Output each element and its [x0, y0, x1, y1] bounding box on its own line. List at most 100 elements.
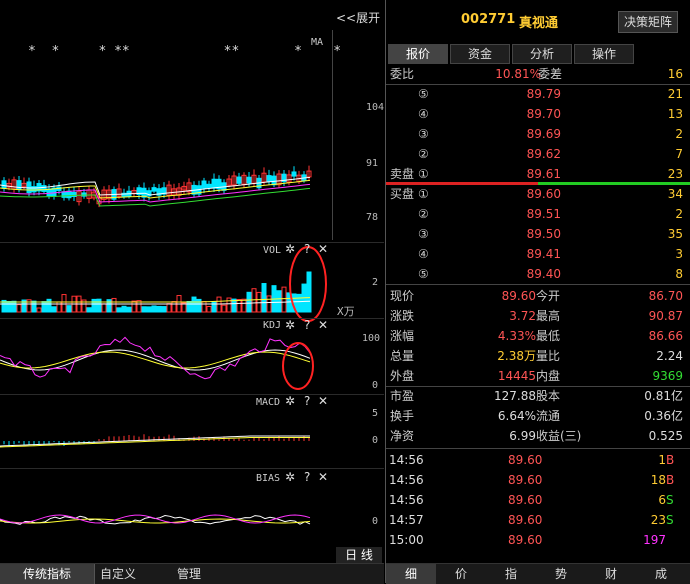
level-index: ③	[418, 227, 429, 241]
buy-level-4[interactable]: ④ 89.41 3	[386, 244, 690, 264]
volume-label: 总量	[390, 349, 415, 363]
candlestick	[41, 185, 47, 192]
shares-value: 0.81亿	[644, 389, 683, 403]
volume-bar	[296, 293, 302, 313]
macd-axis-5: 5	[372, 408, 379, 419]
volume-bar	[161, 306, 167, 313]
tick-row: 14:57 89.60 23 S	[386, 510, 690, 530]
volume-bar	[201, 301, 207, 313]
tick-time: 14:56	[389, 493, 424, 507]
tab-detail[interactable]: 细	[386, 564, 436, 584]
buy-level-5[interactable]: ⑤ 89.40 8	[386, 264, 690, 284]
volume-bar	[216, 296, 222, 313]
volume-bar	[276, 290, 282, 313]
weibi-value: 10.81%	[495, 67, 541, 81]
current-price-label: 现价	[390, 289, 415, 303]
help-icon[interactable]: ?	[304, 394, 310, 408]
candlestick	[66, 190, 72, 199]
open-value: 86.70	[648, 289, 683, 303]
sell-level-4[interactable]: ④ 89.70 13	[386, 104, 690, 124]
bid-volume: 3	[675, 247, 683, 261]
ask-volume: 23	[667, 167, 683, 181]
volume-bar	[226, 297, 232, 313]
open-label: 今开	[536, 289, 561, 303]
level-index: ⑤	[418, 267, 429, 281]
sell-level-2[interactable]: ② 89.62 7	[386, 144, 690, 164]
tick-volume: 197	[643, 533, 666, 547]
tab-traditional-indicators[interactable]: 传统指标	[0, 564, 95, 584]
decision-matrix-button[interactable]: 决策矩阵	[618, 11, 678, 33]
tick-direction: B	[666, 473, 675, 487]
tab-manage[interactable]: 管理	[165, 564, 213, 584]
float-value: 0.36亿	[644, 409, 683, 423]
tab-trend[interactable]: 势	[536, 564, 586, 584]
close-icon[interactable]: ✕	[318, 242, 328, 256]
sell-level-1[interactable]: 卖盘 ① 89.61 23	[386, 164, 690, 184]
tick-price: 89.60	[508, 513, 543, 527]
tab-trades[interactable]: 成	[636, 564, 686, 584]
volume-bar	[306, 271, 312, 313]
tick-price: 89.60	[508, 493, 543, 507]
bid-volume: 35	[667, 227, 683, 241]
level-index: ②	[418, 207, 429, 221]
volume-bar	[6, 301, 12, 313]
close-icon[interactable]: ✕	[318, 470, 328, 484]
sell-level-5[interactable]: ⑤ 89.79 21	[386, 84, 690, 104]
level-index: ⑤	[418, 87, 429, 101]
kdj-lines	[0, 336, 311, 380]
tab-custom[interactable]: 自定义	[94, 564, 142, 584]
help-icon[interactable]: ?	[304, 470, 310, 484]
gear-icon[interactable]: ✲	[285, 394, 295, 408]
level-index: ①	[418, 187, 429, 201]
volume-bar	[221, 304, 227, 313]
quote-row: 涨幅 4.33% 最低 86.66	[386, 326, 690, 346]
bias-title: BIAS	[256, 473, 281, 484]
candlestick	[271, 175, 277, 186]
help-icon[interactable]: ?	[304, 242, 310, 256]
sell-level-3[interactable]: ③ 89.69 2	[386, 124, 690, 144]
buy-level-1[interactable]: 买盘 ① 89.60 34	[386, 184, 690, 204]
candlestick	[266, 175, 272, 182]
tab-analysis[interactable]: 分析	[512, 44, 572, 64]
close-icon[interactable]: ✕	[318, 394, 328, 408]
tick-time: 14:56	[389, 473, 424, 487]
tab-price[interactable]: 价	[436, 564, 486, 584]
buy-level-2[interactable]: ② 89.51 2	[386, 204, 690, 224]
help-icon[interactable]: ?	[304, 318, 310, 332]
bid-price: 89.40	[526, 267, 561, 281]
low-label: 最低	[536, 329, 561, 343]
bid-volume: 34	[667, 187, 683, 201]
stats-row: 净资 6.99 收益(三) 0.525	[386, 426, 690, 446]
gear-icon[interactable]: ✲	[285, 470, 295, 484]
gear-icon[interactable]: ✲	[285, 318, 295, 332]
change-label: 涨跌	[390, 309, 415, 323]
period-day-button[interactable]: 日 线	[336, 547, 382, 563]
volume-bar	[266, 295, 272, 313]
volume-bar	[191, 296, 197, 313]
ask-price: 89.62	[526, 147, 561, 161]
candlestick	[211, 178, 217, 189]
close-icon[interactable]: ✕	[318, 318, 328, 332]
pe-value: 127.88	[494, 389, 536, 403]
sell-label: 卖盘	[390, 167, 415, 181]
tab-funds[interactable]: 资金	[450, 44, 510, 64]
macd-axis-0: 0	[372, 435, 379, 446]
tab-quote[interactable]: 报价	[388, 44, 448, 64]
weicha-value: 16	[667, 67, 683, 81]
tick-direction: S	[666, 513, 674, 527]
chart-area[interactable]: <<展开 MA * * * ** ** * * 104 91 78 77.20 …	[0, 0, 384, 584]
tab-index[interactable]: 指	[486, 564, 536, 584]
inner-volume-value: 9369	[652, 369, 683, 383]
volume-bar	[51, 306, 57, 313]
tick-volume: 18	[650, 473, 666, 487]
volume-bar	[186, 300, 192, 313]
gear-icon[interactable]: ✲	[285, 242, 295, 256]
tick-time: 14:57	[389, 513, 424, 527]
tick-row: 15:00 89.60 197	[386, 530, 690, 550]
inner-volume-label: 内盘	[536, 369, 561, 383]
tab-finance[interactable]: 财	[586, 564, 636, 584]
buy-level-3[interactable]: ③ 89.50 35	[386, 224, 690, 244]
level-index: ①	[418, 167, 429, 181]
tab-operation[interactable]: 操作	[574, 44, 634, 64]
volume-bar	[131, 300, 137, 313]
